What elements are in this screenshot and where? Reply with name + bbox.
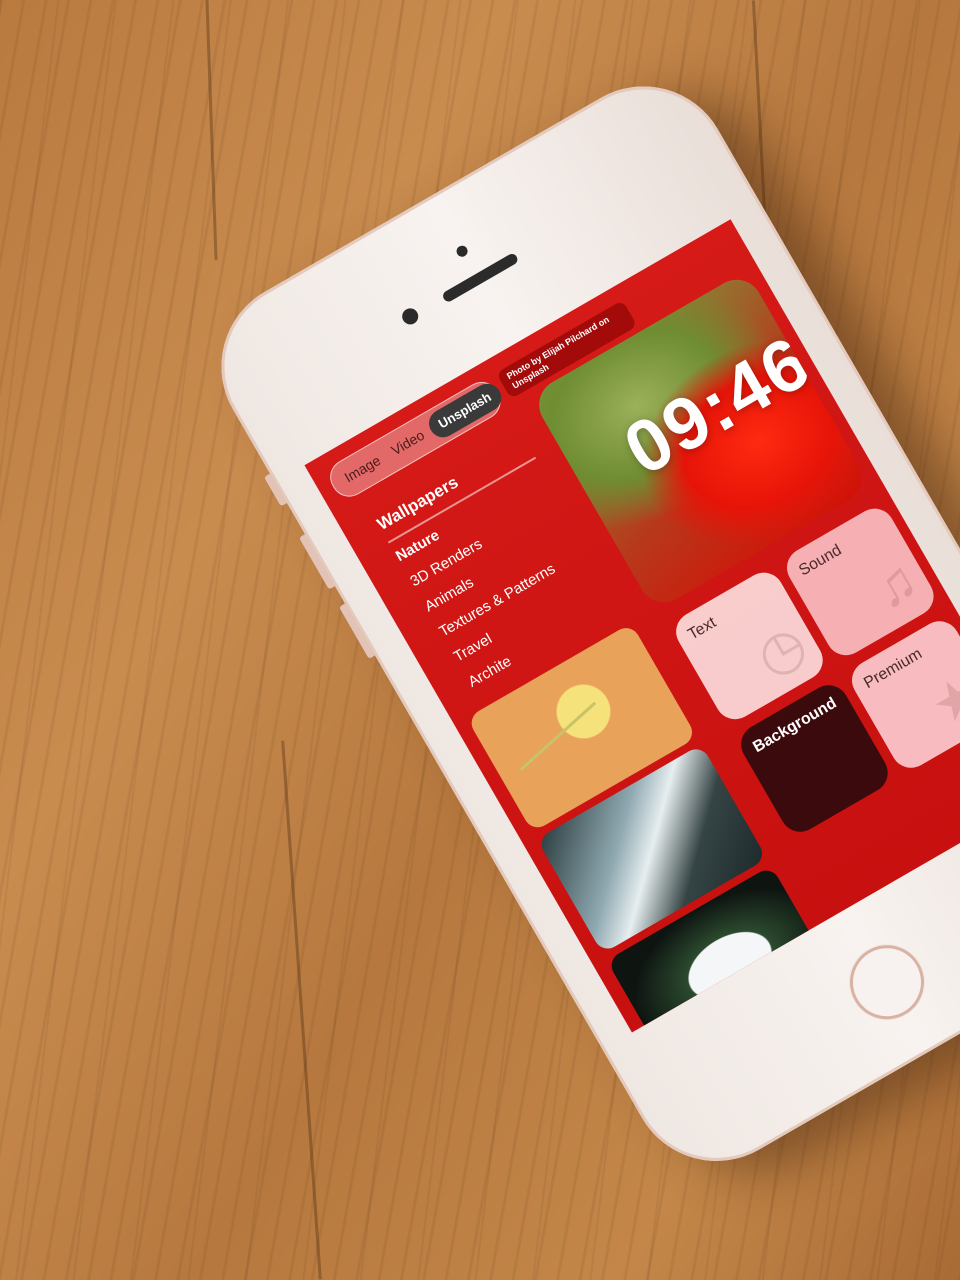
clock-time: 09:46 [610,319,825,491]
premium-card-label: Premium [861,645,926,693]
flower-stem [519,701,597,771]
text-card-label: Text [685,614,720,644]
wood-plank-seam [281,740,322,1280]
clock-icon: ◷ [746,612,817,689]
tab-video[interactable]: Video [388,427,427,459]
tab-unsplash[interactable]: Unsplash [423,378,506,443]
mute-switch [263,473,287,507]
front-camera [399,305,422,328]
front-sensor [454,243,470,259]
volume-down-button [338,603,375,659]
source-segmented-control: Image Video Unsplash [323,375,508,504]
smartphone: Image Video Unsplash Photo by Elijah Pil… [190,55,960,1193]
wood-plank-seam [205,0,218,260]
sound-card-label: Sound [796,541,845,580]
music-note-icon: ♫ [862,548,928,621]
star-icon: ★ [920,661,960,738]
tab-image[interactable]: Image [342,452,384,485]
earpiece-speaker [441,251,520,304]
volume-up-button [298,534,335,590]
phone-screen: Image Video Unsplash Photo by Elijah Pil… [304,219,960,1033]
home-button[interactable] [836,931,938,1033]
